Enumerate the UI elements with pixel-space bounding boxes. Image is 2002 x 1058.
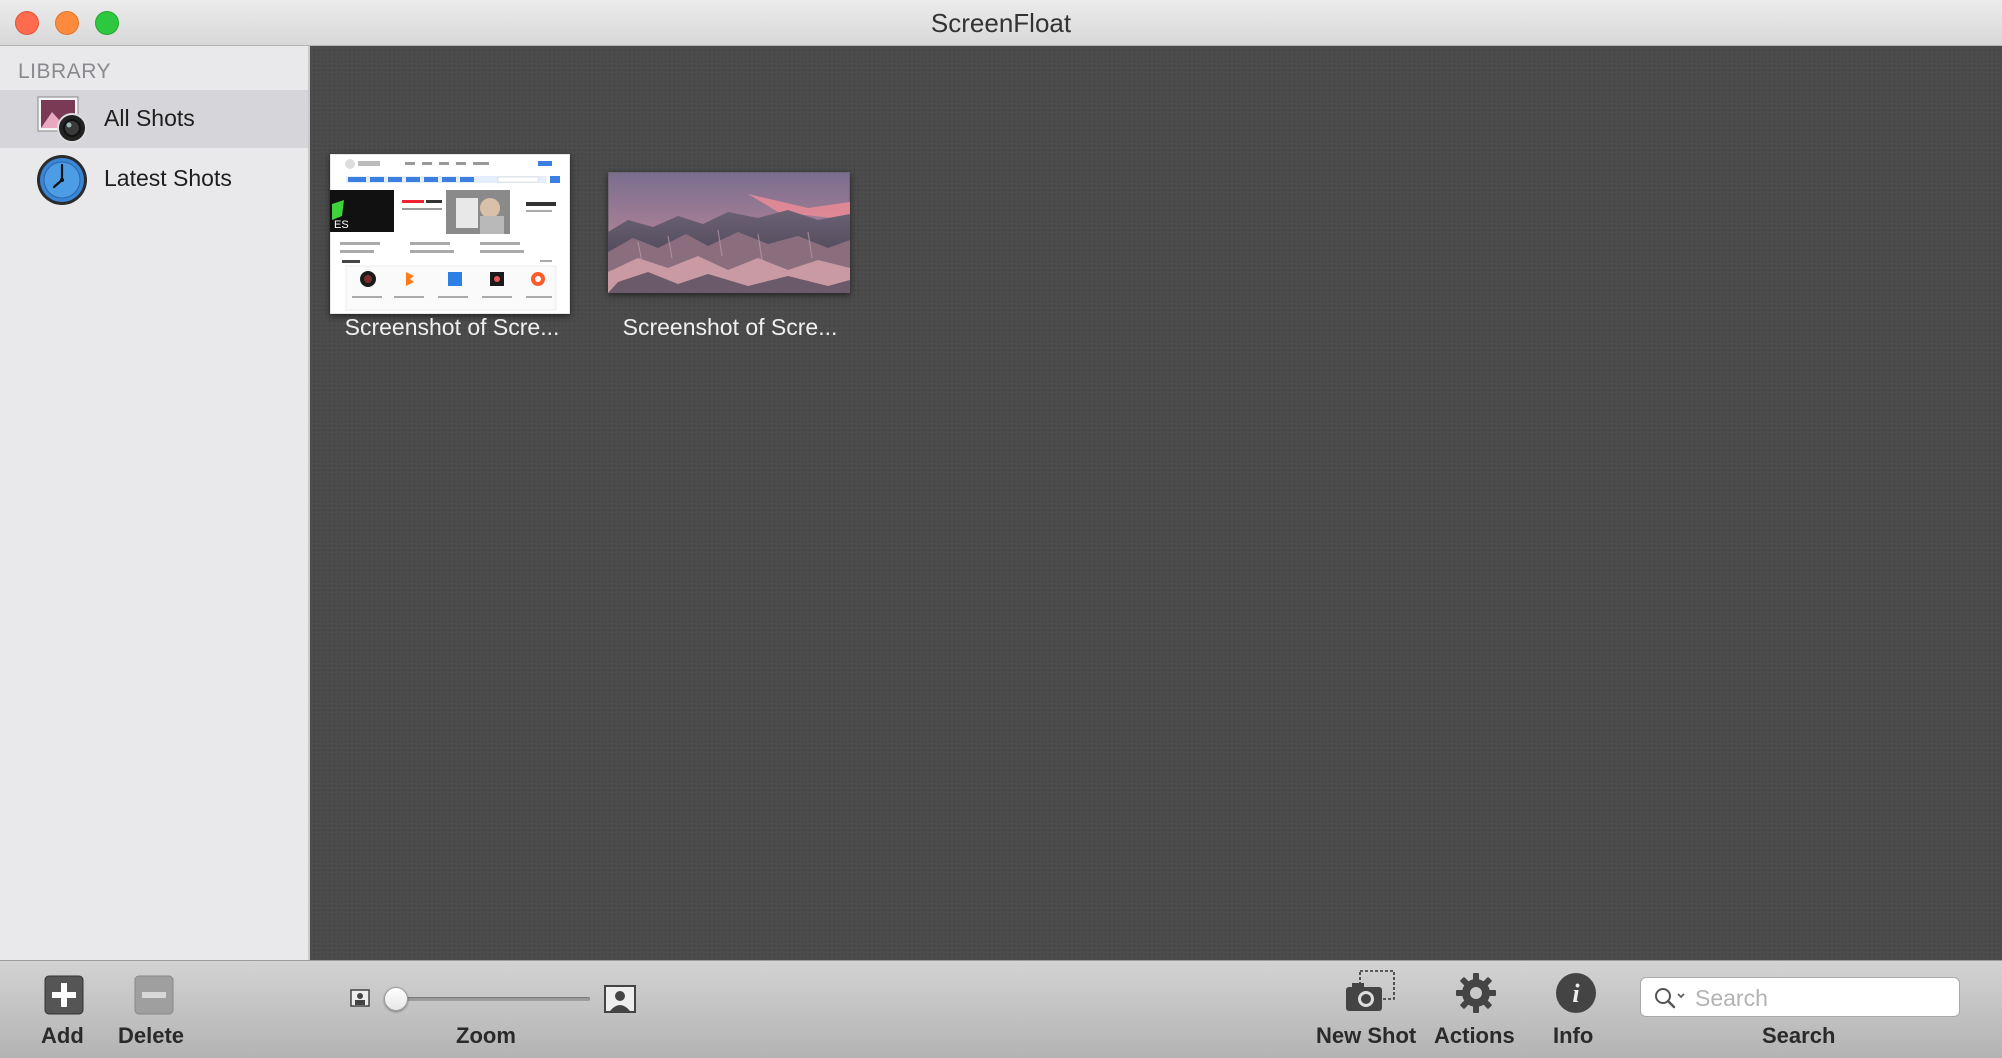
actions-button[interactable] [1454,971,1498,1015]
sidebar: LIBRARY All Shots Latest Shots [0,46,310,960]
sidebar-item-all-shots[interactable]: All Shots [0,90,308,148]
info-label: Info [1553,1023,1594,1048]
bottom-toolbar: Add Delete Zoom New Shot Actions i Info … [0,960,2002,1058]
zoom-in-icon[interactable] [604,985,636,1013]
shot-item[interactable]: Screenshot of Scre... [606,106,854,346]
new-shot-button[interactable] [1344,969,1396,1015]
search-field[interactable] [1640,977,1960,1018]
shot-item[interactable]: ES Screenshot of Scre... [328,106,576,346]
sidebar-item-label: All Shots [104,105,195,131]
search-label: Search [1762,1023,1836,1048]
zoom-slider-track[interactable] [384,997,590,1001]
camera-photo-icon [37,96,87,143]
shots-grid: ES Screenshot of Scre... Screenshot of S… [310,46,2002,960]
sidebar-item-latest-shots[interactable]: Latest Shots [0,150,308,208]
delete-label: Delete [118,1023,185,1048]
plus-icon [44,975,84,1015]
actions-label: Actions [1434,1023,1515,1048]
info-button[interactable]: i [1554,971,1598,1015]
new-shot-label: New Shot [1316,1023,1417,1048]
add-button[interactable] [44,975,84,1015]
library-heading: LIBRARY [18,60,111,83]
gear-icon [1456,973,1496,1013]
search-icon [1655,988,1685,1009]
info-icon: i [1556,973,1596,1013]
svg-text:i: i [1572,979,1580,1008]
zoom-slider-knob[interactable] [384,987,408,1011]
shot-caption: Screenshot of Scre... [622,314,838,340]
sidebar-item-label: Latest Shots [104,165,232,191]
zoom-label: Zoom [456,1023,516,1048]
title-bar: ScreenFloat [0,0,2002,46]
svg-text:ES: ES [334,219,349,231]
clock-icon [37,155,87,205]
camera-selection-icon [1346,970,1395,1011]
add-label: Add [41,1023,84,1048]
minus-icon [134,975,174,1015]
search-input[interactable] [1693,978,1959,1018]
mountain-landscape-thumbnail [608,172,850,293]
window-title: ScreenFloat [930,8,1072,38]
zoom-out-icon[interactable] [350,989,370,1007]
delete-button[interactable] [134,975,174,1015]
website-screenshot-thumbnail: ES [330,154,570,314]
shot-caption: Screenshot of Scre... [344,314,560,340]
